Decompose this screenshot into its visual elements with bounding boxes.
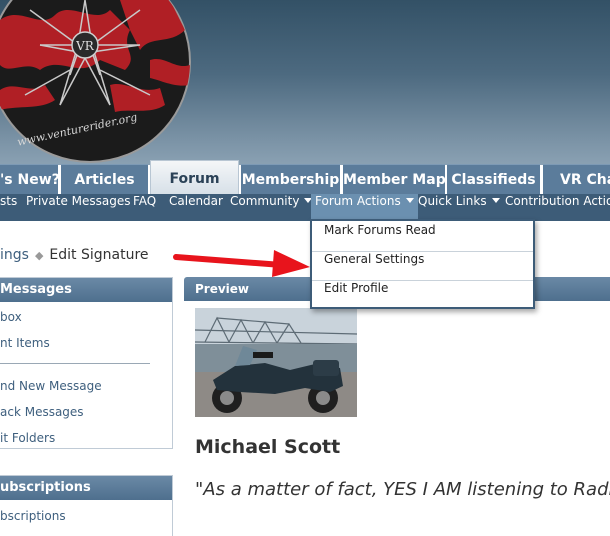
page: VR www.venturerider.org 's New? Articles… [0, 0, 610, 536]
site-header: VR www.venturerider.org [0, 0, 610, 165]
menu-item-general-settings[interactable]: General Settings [312, 252, 533, 281]
forum-sub-navigation: sts Private Messages FAQ Calendar Commun… [0, 194, 610, 221]
subnav-community-label: Community [230, 194, 300, 208]
breadcrumb: ings ◆ Edit Signature [0, 247, 149, 267]
sidebar-link-send-new-message[interactable]: nd New Message [0, 379, 102, 393]
sidebar-divider [0, 363, 150, 364]
tab-member-map[interactable]: Member Map [343, 164, 446, 194]
sidebar-messages-title: Messages [0, 278, 172, 302]
menu-item-edit-profile[interactable]: Edit Profile [312, 281, 533, 310]
venturerider-logo[interactable]: VR www.venturerider.org [0, 0, 200, 165]
main-tab-bar: 's New? Articles Forum Membership Member… [0, 160, 610, 194]
forum-actions-dropdown: Mark Forums Read General Settings Edit P… [310, 219, 535, 309]
logo-text: VR [75, 39, 95, 53]
tab-vr-chat[interactable]: VR Chat [543, 164, 610, 194]
tab-whats-new[interactable]: 's New? [0, 164, 60, 194]
subnav-community[interactable]: Community [230, 194, 313, 221]
chevron-down-icon [405, 198, 414, 203]
sidebar-link-edit-folders[interactable]: it Folders [0, 431, 55, 445]
signature-quote: "As a matter of fact, YES I AM listening… [195, 479, 610, 500]
signature-name: Michael Scott [195, 436, 341, 458]
tab-articles[interactable]: Articles [61, 164, 148, 194]
subnav-contribution-actions[interactable]: Contribution Actions [505, 194, 610, 221]
subnav-private-messages[interactable]: Private Messages [26, 194, 131, 221]
menu-item-mark-forums-read[interactable]: Mark Forums Read [312, 223, 533, 252]
breadcrumb-separator-icon: ◆ [34, 249, 44, 262]
subnav-forum-actions[interactable]: Forum Actions [311, 194, 418, 221]
chevron-down-icon [491, 198, 500, 203]
red-arrow-annotation-icon [173, 250, 310, 277]
sidebar-subscriptions-title: ubscriptions [0, 476, 172, 500]
subnav-faq[interactable]: FAQ [133, 194, 156, 221]
sidebar-subscriptions-block: ubscriptions bscriptions [0, 475, 173, 536]
sidebar-link-subscriptions[interactable]: bscriptions [0, 509, 66, 523]
tab-forum[interactable]: Forum [150, 160, 239, 194]
sidebar-link-track-messages[interactable]: ack Messages [0, 405, 84, 419]
signature-preview-panel: Preview Michael Scott "As a matter of fa… [184, 277, 610, 536]
tab-classifieds[interactable]: Classifieds [447, 164, 540, 194]
subnav-forum-actions-label: Forum Actions [315, 194, 401, 208]
subnav-quick-links-label: Quick Links [418, 194, 487, 208]
subnav-calendar[interactable]: Calendar [169, 194, 223, 221]
breadcrumb-current: Edit Signature [49, 247, 149, 263]
breadcrumb-settings-link[interactable]: ings [0, 247, 29, 263]
sidebar-messages-block: Messages box nt Items nd New Message ack… [0, 277, 173, 449]
subnav-quick-links[interactable]: Quick Links [418, 194, 500, 221]
tab-membership[interactable]: Membership [241, 164, 340, 194]
subnav-posts[interactable]: sts [0, 194, 17, 221]
sidebar-link-sent-items[interactable]: nt Items [0, 336, 50, 350]
sidebar-link-inbox[interactable]: box [0, 310, 22, 324]
motorcycle-photo [195, 308, 357, 417]
